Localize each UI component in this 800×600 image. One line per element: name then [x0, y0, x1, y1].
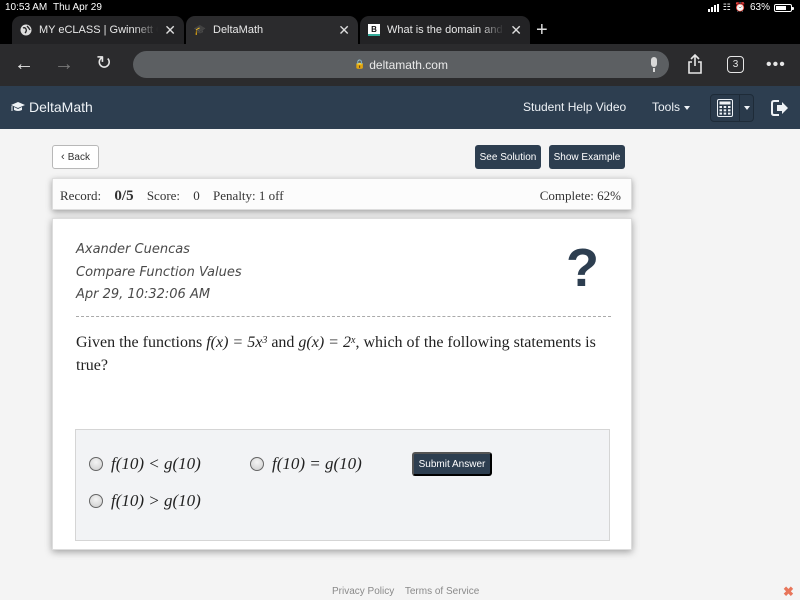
problem-topic: Compare Function Values: [76, 264, 242, 280]
problem-meta: Axander Cuencas Compare Function Values …: [76, 239, 242, 307]
student-help-video-link[interactable]: Student Help Video: [523, 100, 626, 114]
question-text: Given the functions f(x) = 5x3 and g(x) …: [76, 331, 596, 377]
wifi-icon: ☷: [722, 2, 731, 12]
close-icon[interactable]: ✖: [783, 584, 794, 600]
brainly-icon: B: [368, 24, 380, 36]
browser-tab-bar: MY eCLASS | Gwinnett County ✕ 🎓 DeltaMat…: [0, 16, 800, 44]
answer-option-less[interactable]: f(10) < g(10): [89, 454, 201, 474]
submit-answer-button[interactable]: Submit Answer: [412, 452, 492, 476]
g-exponent: x: [350, 335, 356, 346]
radio-button[interactable]: [250, 457, 264, 471]
caret-down-icon: [684, 105, 691, 110]
score-label: Score:: [146, 188, 181, 203]
problem-card: Axander Cuencas Compare Function Values …: [52, 218, 632, 550]
back-button[interactable]: ‹ Back: [52, 145, 99, 169]
complete-percent: Complete: 62%: [539, 188, 621, 203]
record-stats: Record: 0/5 Score: 0 Penalty: 1 off: [60, 188, 294, 205]
option-label: f(10) < g(10): [111, 454, 201, 473]
close-icon[interactable]: ✕: [164, 22, 176, 39]
score-stat: Score: 0: [147, 188, 200, 203]
question-prefix: Given the functions: [76, 334, 207, 351]
see-solution-button[interactable]: See Solution: [475, 145, 541, 169]
tools-label: Tools: [652, 100, 681, 114]
back-arrow-icon[interactable]: ←: [14, 54, 34, 74]
browser-toolbar: ← → ↻ 🔒 deltamath.com 3 •••: [0, 44, 800, 86]
f-def-text: f(x) = 5x: [206, 334, 263, 351]
option-label: f(10) > g(10): [111, 491, 201, 510]
score-value: 0: [193, 188, 200, 203]
student-name: Axander Cuencas: [76, 242, 190, 257]
close-icon[interactable]: ✕: [510, 22, 522, 39]
tab-myeclass[interactable]: MY eCLASS | Gwinnett County ✕: [12, 16, 184, 44]
tab-label: What is the domain and range: [387, 24, 504, 36]
answer-area: f(10) < g(10) f(10) = g(10) f(10) > g(10…: [75, 429, 610, 541]
tools-menu[interactable]: Tools: [652, 100, 691, 114]
g-def-text: g(x) = 2: [298, 334, 351, 351]
close-icon[interactable]: ✕: [338, 22, 350, 39]
calculator-button-group: [710, 94, 754, 122]
record-label: Record:: [60, 188, 102, 203]
tab-label: DeltaMath: [213, 24, 264, 36]
caret-down-icon: [743, 106, 750, 110]
divider: [76, 316, 611, 317]
signal-icon: [707, 3, 719, 12]
battery-icon: [774, 3, 794, 12]
tab-label: MY eCLASS | Gwinnett County: [39, 24, 158, 36]
back-label: Back: [67, 151, 90, 163]
status-bar: 10:53 AM Thu Apr 29 ☷ ⏰ 63%: [0, 0, 800, 16]
f-exponent: 3: [262, 335, 268, 346]
microphone-icon[interactable]: [651, 57, 657, 72]
show-example-button[interactable]: Show Example: [549, 145, 625, 169]
g-definition: g(x) = 2x: [298, 334, 355, 351]
graduation-cap-icon: 🎓: [193, 24, 207, 36]
tab-deltamath[interactable]: 🎓 DeltaMath ✕: [186, 16, 358, 44]
calculator-button[interactable]: [711, 95, 740, 121]
status-time: 10:53 AM: [5, 2, 48, 13]
privacy-policy-link[interactable]: Privacy Policy: [332, 586, 394, 597]
answer-option-equal[interactable]: f(10) = g(10): [250, 454, 362, 474]
tab-brainly[interactable]: B What is the domain and range ✕: [360, 16, 530, 44]
battery-percent: 63%: [749, 2, 770, 13]
url-text: deltamath.com: [369, 57, 448, 72]
share-icon[interactable]: [688, 54, 702, 74]
new-tab-button[interactable]: +: [536, 20, 548, 40]
more-options-icon[interactable]: •••: [766, 56, 786, 74]
alarm-icon: ⏰: [734, 2, 746, 12]
brand-name: DeltaMath: [29, 99, 93, 115]
record-stat: Record: 0/5: [60, 188, 134, 204]
graduation-cap-icon: [11, 102, 25, 111]
globe-icon: [20, 24, 32, 36]
deltamath-header: DeltaMath Student Help Video Tools: [0, 86, 800, 129]
radio-button[interactable]: [89, 494, 103, 508]
reload-icon[interactable]: ↻: [96, 54, 112, 74]
address-bar[interactable]: 🔒 deltamath.com: [133, 51, 669, 78]
lock-icon: 🔒: [354, 59, 366, 69]
terms-of-service-link[interactable]: Terms of Service: [405, 586, 479, 597]
question-and: and: [267, 334, 299, 351]
help-question-icon[interactable]: ?: [566, 237, 599, 299]
calculator-dropdown[interactable]: [740, 95, 753, 121]
f-definition: f(x) = 5x3: [206, 334, 267, 351]
forward-arrow-icon[interactable]: →: [54, 54, 74, 74]
tab-switcher-button[interactable]: 3: [727, 56, 744, 73]
logout-icon[interactable]: [771, 100, 789, 116]
status-date: Thu Apr 29: [53, 2, 102, 13]
problem-timestamp: Apr 29, 10:32:06 AM: [76, 287, 211, 302]
footer: Privacy Policy Terms of Service: [332, 586, 487, 597]
record-bar: Record: 0/5 Score: 0 Penalty: 1 off Comp…: [52, 178, 632, 210]
status-indicators: ☷ ⏰ 63%: [707, 2, 794, 13]
option-label: f(10) = g(10): [272, 454, 362, 473]
record-value: 0/5: [114, 188, 134, 204]
calculator-icon: [717, 99, 733, 117]
brand-logo[interactable]: DeltaMath: [10, 99, 93, 115]
answer-option-greater[interactable]: f(10) > g(10): [89, 491, 201, 511]
chevron-left-icon: ‹: [61, 151, 65, 163]
radio-button[interactable]: [89, 457, 103, 471]
penalty-stat: Penalty: 1 off: [213, 188, 284, 203]
